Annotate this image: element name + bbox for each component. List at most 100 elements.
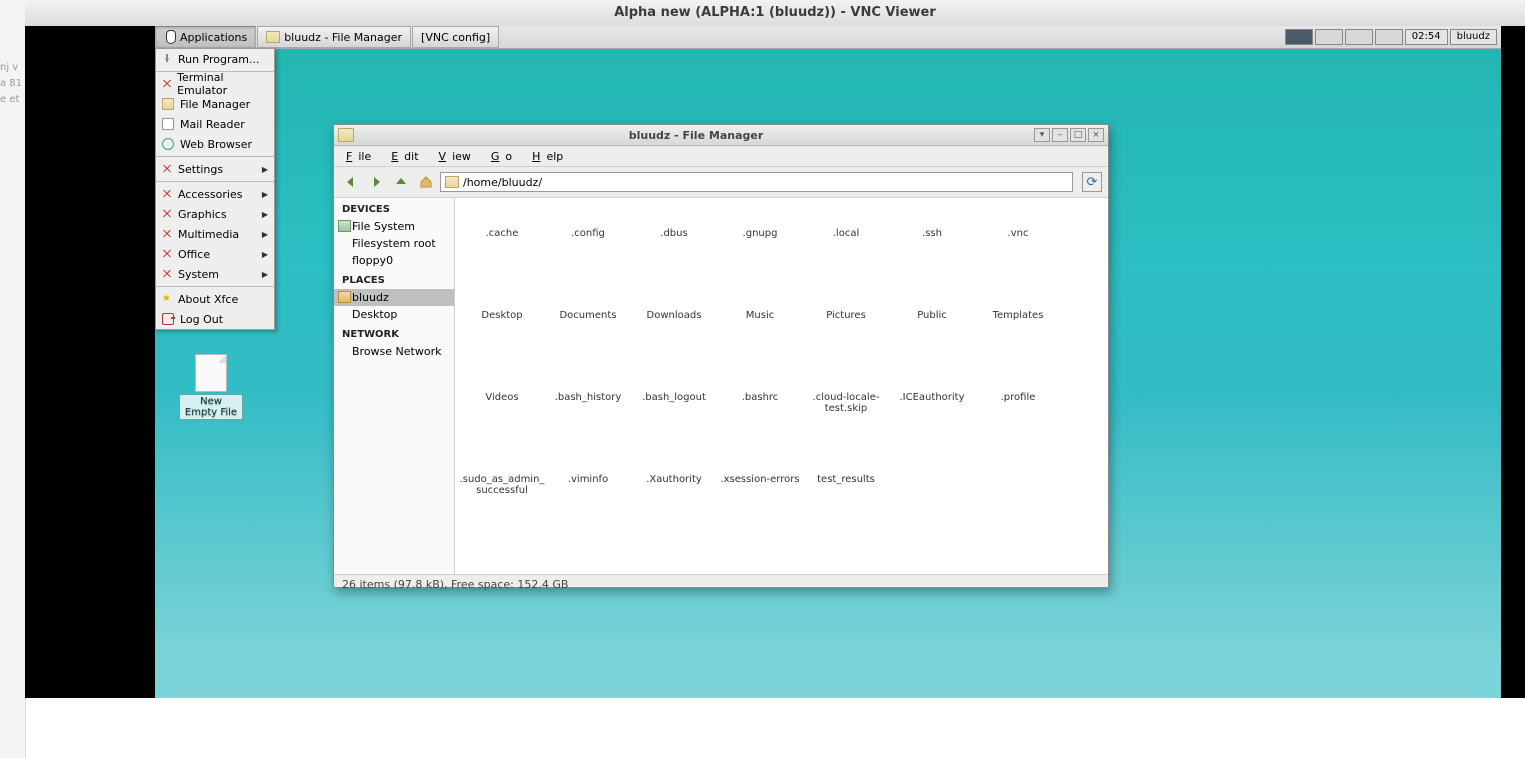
x-icon (162, 229, 172, 239)
menu-file-manager[interactable]: File Manager (156, 94, 274, 114)
sidebar-header-devices: DEVICES (334, 198, 454, 218)
menu-multimedia[interactable]: Multimedia▶ (156, 224, 274, 244)
window-titlebar[interactable]: bluudz - File Manager ▾ – □ × (334, 125, 1108, 146)
x-icon (162, 79, 171, 89)
workspace-3[interactable] (1345, 29, 1373, 45)
menu-run-program[interactable]: Run Program... (156, 49, 274, 69)
applications-menu-button[interactable]: Applications (155, 26, 256, 48)
menu-edit[interactable]: Edit (385, 148, 430, 165)
x-icon (162, 189, 172, 199)
back-button[interactable] (340, 171, 362, 193)
panel-spacer (500, 26, 1285, 48)
window-title: bluudz - File Manager (360, 129, 1032, 142)
file-item[interactable]: Desktop (459, 286, 545, 368)
run-icon (162, 54, 172, 64)
sidebar-desktop[interactable]: Desktop (334, 306, 454, 323)
user-button[interactable]: bluudz (1450, 29, 1497, 45)
menu-web[interactable]: Web Browser (156, 134, 274, 154)
submenu-arrow-icon: ▶ (262, 190, 268, 199)
file-manager-window: bluudz - File Manager ▾ – □ × File Edit … (333, 124, 1109, 588)
file-item[interactable]: .xsession-errors (717, 450, 803, 532)
menu-office[interactable]: Office▶ (156, 244, 274, 264)
toolbar: /home/bluudz/ ⟳ (334, 167, 1108, 198)
minimize-button[interactable]: – (1052, 128, 1068, 142)
menu-graphics[interactable]: Graphics▶ (156, 204, 274, 224)
menu-accessories[interactable]: Accessories▶ (156, 184, 274, 204)
file-item[interactable]: .config (545, 204, 631, 286)
menu-about[interactable]: ★About Xfce (156, 289, 274, 309)
taskbar-item-filemanager[interactable]: bluudz - File Manager (257, 26, 411, 48)
file-item[interactable]: Templates (975, 286, 1061, 368)
desktop-icon-newfile[interactable]: New Empty File (179, 354, 243, 420)
icon-label: New Empty File (179, 394, 243, 420)
file-item[interactable]: .cloud-locale-test.skip (803, 368, 889, 450)
menu-go[interactable]: Go (485, 148, 524, 165)
sidebar-filesystem[interactable]: File System (334, 218, 454, 235)
host-left-gutter: nj v a 81 e et (0, 0, 26, 758)
applications-menu: Run Program... Terminal Emulator File Ma… (155, 48, 275, 330)
file-item[interactable]: .local (803, 204, 889, 286)
host-titlebar: Alpha new (ALPHA:1 (bluudz)) - VNC Viewe… (25, 0, 1525, 27)
menu-file[interactable]: File (340, 148, 383, 165)
file-item[interactable]: .dbus (631, 204, 717, 286)
menu-system[interactable]: System▶ (156, 264, 274, 284)
file-item[interactable]: Videos (459, 368, 545, 450)
xfce-panel: Applications bluudz - File Manager [VNC … (155, 26, 1501, 49)
file-item[interactable]: .profile (975, 368, 1061, 450)
file-item[interactable]: .vnc (975, 204, 1061, 286)
x-icon (162, 249, 172, 259)
file-item[interactable]: .bash_logout (631, 368, 717, 450)
taskbar-label: [VNC config] (421, 31, 490, 44)
workspace-2[interactable] (1315, 29, 1343, 45)
refresh-button[interactable]: ⟳ (1082, 172, 1102, 192)
file-item[interactable]: .Xauthority (631, 450, 717, 532)
file-item[interactable]: .gnupg (717, 204, 803, 286)
sidebar-header-places: PLACES (334, 269, 454, 289)
arrow-up-icon (394, 175, 408, 189)
menu-terminal[interactable]: Terminal Emulator (156, 74, 274, 94)
file-item[interactable]: .ICEauthority (889, 368, 975, 450)
up-button[interactable] (390, 171, 412, 193)
status-bar: 26 items (97.8 kB), Free space: 152.4 GB (334, 574, 1108, 593)
sidebar-floppy[interactable]: floppy0 (334, 252, 454, 269)
menu-settings[interactable]: Settings▶ (156, 159, 274, 179)
file-grid[interactable]: .cache.config.dbus.gnupg.local.ssh.vnc De… (455, 198, 1108, 574)
menu-view[interactable]: View (433, 148, 483, 165)
globe-icon (162, 138, 174, 150)
shade-button[interactable]: ▾ (1034, 128, 1050, 142)
sidebar-browse-network[interactable]: Browse Network (334, 343, 454, 360)
sidebar-header-network: NETWORK (334, 323, 454, 343)
file-item[interactable]: .bashrc (717, 368, 803, 450)
path-bar[interactable]: /home/bluudz/ (440, 172, 1073, 192)
file-item[interactable]: Downloads (631, 286, 717, 368)
workspace-1[interactable] (1285, 29, 1313, 45)
file-item[interactable]: .viminfo (545, 450, 631, 532)
file-item[interactable]: Documents (545, 286, 631, 368)
clock[interactable]: 02:54 (1405, 29, 1448, 45)
xfce-desktop[interactable]: Applications bluudz - File Manager [VNC … (155, 26, 1501, 698)
file-item[interactable]: .cache (459, 204, 545, 286)
file-item[interactable]: Music (717, 286, 803, 368)
sidebar-fsroot[interactable]: Filesystem root (334, 235, 454, 252)
sidebar-bluudz[interactable]: bluudz (334, 289, 454, 306)
folder-icon (338, 128, 354, 142)
file-item[interactable]: .sudo_as_admin_successful (459, 450, 545, 532)
maximize-button[interactable]: □ (1070, 128, 1086, 142)
menu-help[interactable]: Help (526, 148, 575, 165)
workspace-4[interactable] (1375, 29, 1403, 45)
sidebar: DEVICES File System Filesystem root flop… (334, 198, 455, 574)
file-item[interactable]: Public (889, 286, 975, 368)
home-button[interactable] (415, 171, 437, 193)
menu-logout[interactable]: Log Out (156, 309, 274, 329)
file-item[interactable]: .bash_history (545, 368, 631, 450)
taskbar-item-vncconfig[interactable]: [VNC config] (412, 26, 499, 48)
forward-button[interactable] (365, 171, 387, 193)
xfce-mouse-icon (164, 30, 176, 44)
x-icon (162, 164, 172, 174)
file-item[interactable]: Pictures (803, 286, 889, 368)
file-item[interactable]: .ssh (889, 204, 975, 286)
file-item[interactable]: test_results (803, 450, 889, 532)
arrow-left-icon (344, 175, 358, 189)
close-button[interactable]: × (1088, 128, 1104, 142)
menu-mail[interactable]: Mail Reader (156, 114, 274, 134)
